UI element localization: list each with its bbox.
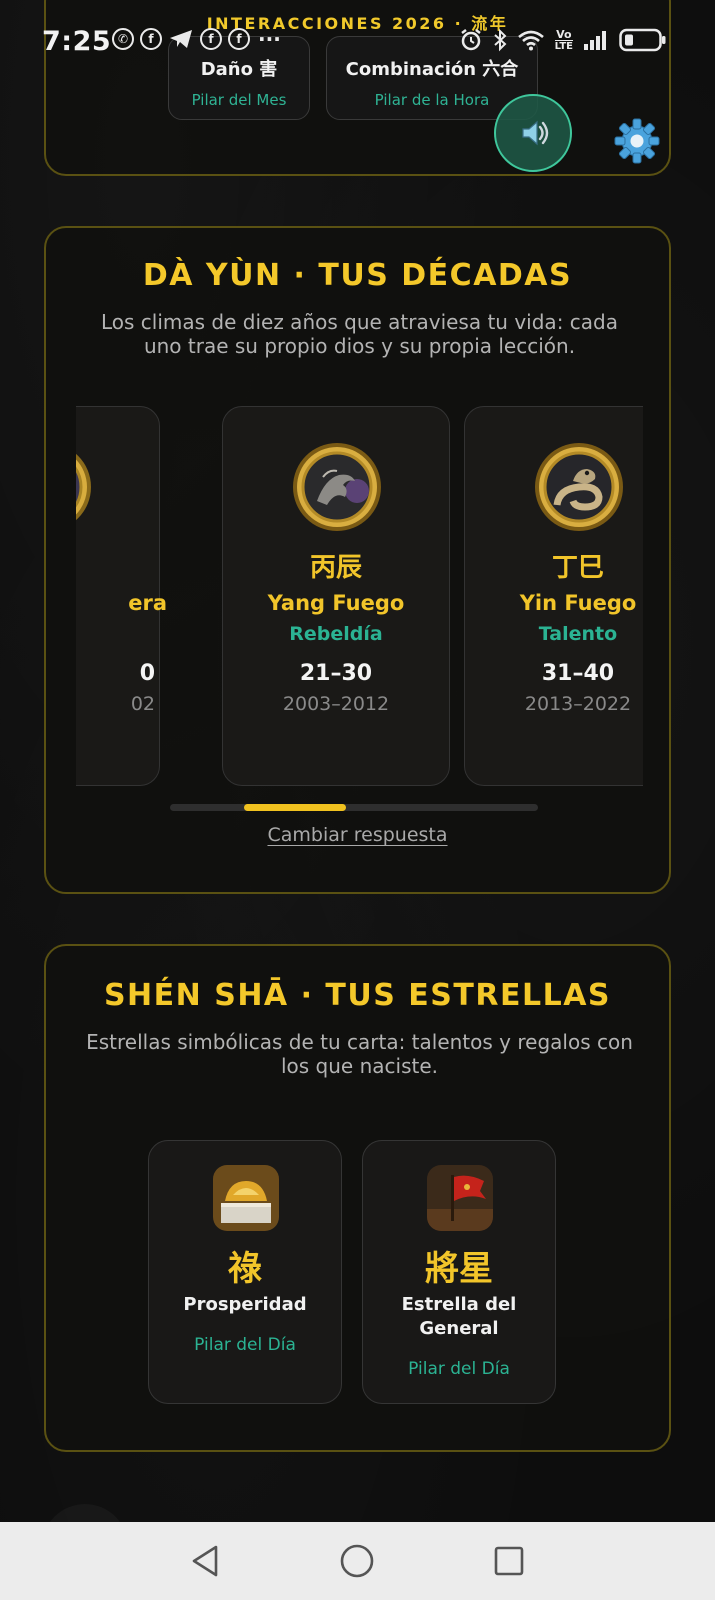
shensha-title: SHÉN SHĀ · TUS ESTRELLAS <box>103 978 612 1013</box>
star-glyph: 祿 <box>228 1249 262 1289</box>
decade-card[interactable]: 丁巳 Yin Fuego Talento 31–40 2013–2022 <box>464 406 643 786</box>
telegram-icon <box>170 30 192 48</box>
back-icon <box>192 1545 218 1577</box>
facebook-icon-3: f <box>228 28 250 50</box>
decade-theme: Rebeldía <box>289 623 383 645</box>
facebook-icon-2: f <box>200 28 222 50</box>
decade-years: 02 <box>130 693 155 715</box>
home-button[interactable] <box>332 1536 382 1586</box>
sound-button[interactable] <box>494 94 572 172</box>
dragon-medal-icon <box>76 453 91 521</box>
chip-harm-pillar: Pilar del Mes <box>191 91 287 109</box>
wifi-icon <box>517 30 544 51</box>
volte-icon: Vo LTE <box>554 27 573 52</box>
dayun-card: DÀ YÙN · TUS DÉCADAS Los climas de diez … <box>44 226 671 894</box>
dayun-title: DÀ YÙN · TUS DÉCADAS <box>142 258 573 293</box>
star-card[interactable]: 祿 Prosperidad Pilar del Día <box>148 1140 342 1404</box>
decade-card[interactable]: 丙辰 Yang Fuego Rebeldía 21–30 2003–2012 <box>222 406 450 786</box>
whatsapp-icon: ✆ <box>112 28 134 50</box>
star-name: Estrella del General <box>401 1294 517 1339</box>
gear-icon <box>614 118 660 164</box>
settings-button[interactable] <box>610 114 664 168</box>
more-notifications-icon: ··· <box>258 27 281 51</box>
signal-icon <box>584 31 606 50</box>
speaker-icon <box>522 120 549 146</box>
decade-pillar: 丙辰 <box>309 553 362 583</box>
change-answer-link[interactable]: Cambiar respuesta <box>46 824 669 846</box>
star-pillar: Pilar del Día <box>408 1359 510 1379</box>
status-time: 7:25 <box>42 26 112 57</box>
dayun-description: Los climas de diez años que atraviesa tu… <box>100 310 618 358</box>
decade-card[interactable]: era 0 02 <box>76 406 167 786</box>
shensha-card: SHÉN SHĀ · TUS ESTRELLAS Estrellas simbó… <box>44 944 671 1452</box>
decade-theme: Talento <box>538 623 618 645</box>
system-icons: Vo LTE <box>459 28 667 52</box>
snake-medal-icon <box>535 443 623 531</box>
carousel-scroll-thumb[interactable] <box>244 804 346 811</box>
star-pillar: Pilar del Día <box>194 1335 296 1355</box>
recents-button[interactable] <box>484 1536 534 1586</box>
alarm-icon <box>460 29 481 51</box>
decade-years: 2003–2012 <box>282 693 390 715</box>
back-button[interactable] <box>180 1536 230 1586</box>
recents-icon <box>494 1546 524 1576</box>
volte-bottom: LTE <box>554 39 573 52</box>
decades-carousel[interactable]: era 0 02 丙辰 Yang Fuego Rebeldía 21–30 20… <box>76 406 643 786</box>
decade-ages: 31–40 <box>541 661 615 686</box>
star-glyph: 將星 <box>425 1249 493 1289</box>
red-flag-icon <box>427 1165 493 1231</box>
decade-element: era <box>128 591 167 615</box>
notification-icons: ✆ f f f ··· <box>112 28 281 50</box>
star-card[interactable]: 將星 Estrella del General Pilar del Día <box>362 1140 556 1404</box>
bluetooth-icon <box>493 28 507 52</box>
carousel-scrollbar[interactable] <box>170 804 538 811</box>
facebook-icon: f <box>140 28 162 50</box>
battery-icon <box>619 28 666 52</box>
decade-years: 2013–2022 <box>524 693 632 715</box>
volte-top: Vo <box>556 27 572 41</box>
decade-pillar: 丁巳 <box>551 553 604 583</box>
dragon-medal-icon <box>293 443 381 531</box>
decade-ages: 0 <box>139 661 155 686</box>
status-bar: INTERACCIONES 2026 · 流年 7:25 ✆ f f f ···… <box>0 0 715 86</box>
decade-element: Yang Fuego <box>267 591 405 615</box>
shensha-description: Estrellas simbólicas de tu carta: talent… <box>86 1030 633 1078</box>
decade-ages: 21–30 <box>299 661 373 686</box>
decade-element: Yin Fuego <box>519 591 637 615</box>
gold-ingot-icon <box>213 1165 279 1231</box>
system-navigation-bar <box>0 1522 715 1600</box>
star-name: Prosperidad <box>183 1294 307 1315</box>
home-icon <box>340 1544 374 1578</box>
